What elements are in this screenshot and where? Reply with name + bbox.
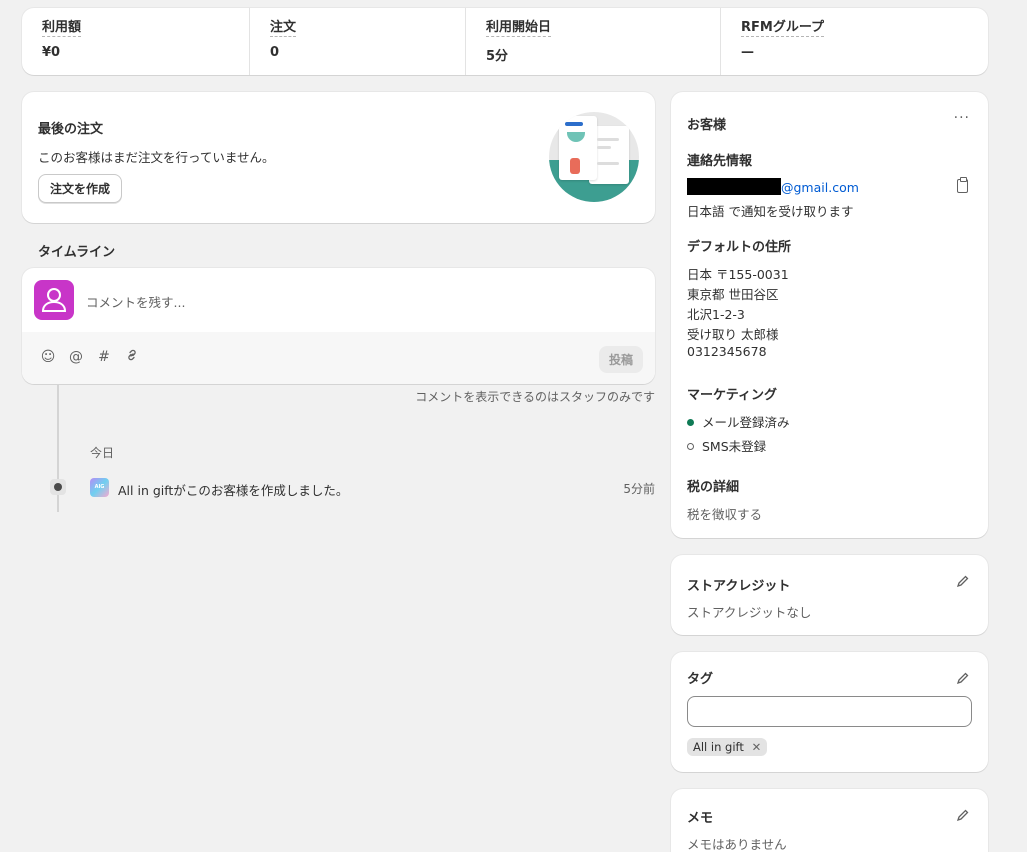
marketing-heading: マーケティング [687,388,777,403]
email-link[interactable]: @gmail.com [781,180,859,195]
tag-chip-label: All in gift [693,740,744,754]
email-row: @gmail.com [687,178,859,195]
timeline-event-time: 5分前 [623,482,655,496]
timeline-dot [54,483,62,491]
edit-pencil-icon[interactable] [956,671,970,685]
subscribed-dot-icon [687,419,694,426]
all-in-gift-app-icon: AIG [90,478,109,497]
emoji-icon[interactable]: ☺ [39,348,57,366]
empty-order-illustration [549,112,639,202]
stat-customer-since: 利用開始日 5分 [466,8,721,75]
memo-card: メモ メモはありません [671,789,988,852]
hashtag-icon[interactable]: # [95,348,113,366]
stat-value: 0 [270,45,280,60]
tags-title: タグ [687,672,714,687]
edit-pencil-icon[interactable] [956,574,970,588]
composer-toolbar [22,332,655,384]
stat-label[interactable]: RFMグループ [741,20,825,37]
tags-card: タグ All in gift ✕ [671,652,988,772]
more-actions-icon[interactable]: ··· [954,110,970,126]
unsubscribed-dot-icon [687,443,694,450]
comment-composer: コメントを残す... ☺ @ # 投稿 [22,268,655,384]
post-button[interactable]: 投稿 [598,346,643,373]
stat-label[interactable]: 注文 [270,20,297,37]
staff-only-note: コメントを表示できるのはスタッフのみです [415,390,655,404]
staff-avatar [34,280,74,320]
address-line: 0312345678 [687,344,767,359]
marketing-sms-status: SMS未登録 [687,436,766,455]
marketing-sms-label: SMS未登録 [702,439,767,454]
timeline-event-text: All in giftがこのお客様を作成しました。 [118,483,349,498]
customer-card-title: お客様 [687,118,727,133]
mention-icon[interactable]: @ [67,348,85,366]
address-heading: デフォルトの住所 [687,240,792,255]
stat-amount-spent: 利用額 ¥0 [22,8,250,75]
address-line: 日本 〒155-0031 [687,267,789,282]
customer-stats-bar: 利用額 ¥0 注文 0 利用開始日 5分 RFMグループ — [22,8,988,75]
timeline-title: タイムライン [38,245,116,260]
last-order-title: 最後の注文 [38,122,104,137]
address-line: 北沢1-2-3 [687,307,745,322]
redacted-email-local-part [687,178,781,195]
store-credit-title: ストアクレジット [687,579,791,594]
store-credit-card: ストアクレジット ストアクレジットなし [671,555,988,635]
address-line: 東京都 世田谷区 [687,287,779,302]
stat-value: ¥0 [42,45,61,60]
stat-rfm-group: RFMグループ — [721,8,988,75]
tax-heading: 税の詳細 [687,480,740,495]
edit-pencil-icon[interactable] [956,808,970,822]
notify-language: 日本語 で通知を受け取ります [687,204,854,219]
contact-heading: 連絡先情報 [687,154,753,169]
create-order-button[interactable]: 注文を作成 [38,174,123,203]
remove-tag-icon[interactable]: ✕ [752,740,762,754]
attach-link-icon[interactable] [123,348,141,366]
last-order-card: 最後の注文 このお客様はまだ注文を行っていません。 注文を作成 [22,92,655,223]
customer-card: お客様 ··· 連絡先情報 @gmail.com 日本語 で通知を受け取ります … [671,92,988,538]
store-credit-value: ストアクレジットなし [687,605,812,620]
tax-value: 税を徴収する [687,507,763,522]
marketing-email-status: メール登録済み [687,412,790,431]
timeline-group-label: 今日 [90,446,115,460]
memo-value: メモはありません [687,837,787,852]
stat-value: — [741,45,754,60]
person-icon [41,288,67,312]
memo-title: メモ [687,811,714,826]
marketing-email-label: メール登録済み [702,415,790,430]
tag-chip: All in gift ✕ [687,738,768,756]
address-line: 受け取り 太郎様 [687,327,779,342]
stat-label[interactable]: 利用額 [42,20,82,37]
stat-label[interactable]: 利用開始日 [486,20,552,37]
stat-value: 5分 [486,49,509,64]
tag-input[interactable] [687,696,972,727]
comment-input[interactable]: コメントを残す... [86,292,185,311]
clipboard-icon[interactable] [957,177,968,193]
stat-orders: 注文 0 [250,8,466,75]
